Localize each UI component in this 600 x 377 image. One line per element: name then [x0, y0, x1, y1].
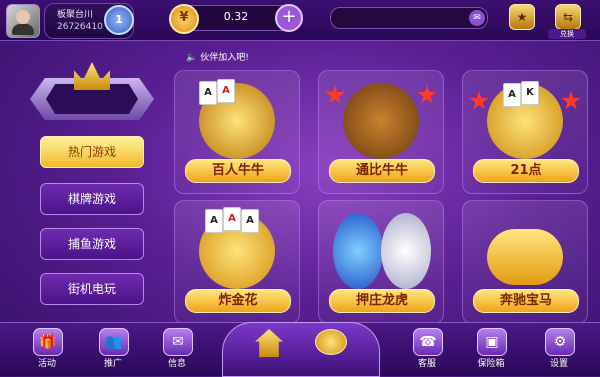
nav-settings[interactable]: ⚙ 设置 — [534, 328, 584, 372]
nav-activity[interactable]: 🎁 活动 — [22, 328, 72, 372]
speaker-icon: 🔈 — [186, 53, 198, 63]
sidebar-item-label: 热门游戏 — [67, 145, 116, 159]
card-icon: A — [241, 209, 259, 233]
sidebar-item-label: 棋牌游戏 — [67, 192, 116, 206]
announcement: 🔈 伙伴加入吧! — [186, 50, 249, 63]
nav-label: 信息 — [167, 359, 186, 369]
nav-messages[interactable]: ✉ 信息 — [152, 328, 202, 372]
player-id: 26726410 — [57, 22, 103, 32]
announcement-text: 伙伴加入吧! — [200, 53, 249, 63]
game-label: 押庄龙虎 — [329, 289, 435, 313]
sidebar-item-arcade-games[interactable]: 街机电玩 — [40, 273, 144, 305]
coin-value: 0.32 — [223, 10, 249, 23]
exchange-icon: ⇆ — [555, 4, 581, 30]
nav-support[interactable]: ☎ 客服 — [402, 328, 452, 372]
support-icon: ☎ — [413, 328, 443, 356]
game-label: 通比牛牛 — [329, 159, 435, 183]
sidebar-item-hot-games[interactable]: 热门游戏 — [40, 136, 144, 168]
coin-balance: ¥ 0.32 + — [169, 4, 303, 34]
star-icon — [325, 85, 345, 104]
vip-emblem — [30, 62, 156, 124]
nav-safe[interactable]: ▣ 保险箱 — [466, 328, 516, 372]
nav-label: 设置 — [549, 359, 568, 369]
center-dock[interactable] — [222, 322, 380, 377]
trophy-button[interactable]: ★ — [506, 4, 536, 38]
sidebar-item-fishing-games[interactable]: 捕鱼游戏 — [40, 228, 144, 260]
card-icon: A — [205, 209, 223, 233]
game-tile-golden-flower[interactable]: A A A 炸金花 — [174, 200, 300, 324]
star-icon — [561, 91, 581, 110]
avatar-suit — [12, 24, 34, 35]
gear-icon: ⚙ — [545, 328, 575, 356]
safe-icon: ▣ — [477, 328, 507, 356]
level-badge-icon: 1 — [104, 5, 134, 35]
sunglasses-bull-icon — [343, 83, 419, 159]
game-tile-benz-bmw[interactable]: 奔驰宝马 — [462, 200, 588, 324]
race-car-icon — [487, 229, 563, 285]
home-icon — [255, 329, 283, 357]
card-icon: A — [503, 83, 521, 107]
nav-label: 保险箱 — [477, 359, 505, 369]
top-bar: 板聚台川 26726410 1 ¥ 0.32 + ✉ ★ ⇆ 兑换 — [0, 0, 600, 41]
notice-bar[interactable]: ✉ — [330, 7, 488, 29]
game-label: 百人牛牛 — [185, 159, 291, 183]
card-icon: A — [223, 207, 241, 231]
star-icon — [417, 85, 437, 104]
coin-icon: ¥ — [169, 4, 199, 34]
add-coins-button[interactable]: + — [275, 4, 303, 32]
sidebar-item-label: 街机电玩 — [67, 282, 116, 296]
game-tile-tongbi-bull[interactable]: 通比牛牛 — [318, 70, 444, 194]
game-label: 21点 — [473, 159, 579, 183]
nav-label: 客服 — [417, 359, 436, 369]
game-tile-hundred-bull[interactable]: A A 百人牛牛 — [174, 70, 300, 194]
piggy-bank-icon — [315, 329, 347, 355]
mail-icon: ✉ — [163, 328, 193, 356]
nav-label: 推广 — [103, 359, 122, 369]
people-icon: 👥 — [99, 328, 129, 356]
exchange-label: 兑换 — [548, 29, 586, 39]
game-label: 炸金花 — [185, 289, 291, 313]
message-icon[interactable]: ✉ — [469, 10, 485, 26]
tiger-icon — [381, 213, 431, 289]
star-icon — [469, 91, 489, 110]
avatar-face — [16, 10, 30, 24]
player-name: 板聚台川 — [57, 10, 94, 20]
avatar[interactable] — [6, 4, 40, 38]
nav-promote[interactable]: 👥 推广 — [88, 328, 138, 372]
game-tile-dragon-tiger[interactable]: 押庄龙虎 — [318, 200, 444, 324]
dragon-icon — [333, 213, 383, 289]
gift-icon: 🎁 — [33, 328, 63, 356]
sidebar-item-card-games[interactable]: 棋牌游戏 — [40, 183, 144, 215]
trophy-icon: ★ — [509, 4, 535, 30]
card-icon: A — [199, 81, 217, 105]
card-icon: K — [521, 81, 539, 105]
game-label: 奔驰宝马 — [473, 289, 579, 313]
nav-label: 活动 — [37, 359, 56, 369]
card-icon: A — [217, 79, 235, 103]
game-tile-blackjack[interactable]: A K 21点 — [462, 70, 588, 194]
crown-icon — [74, 62, 110, 90]
sidebar-item-label: 捕鱼游戏 — [67, 237, 116, 251]
exchange-button[interactable]: ⇆ 兑换 — [548, 4, 586, 39]
